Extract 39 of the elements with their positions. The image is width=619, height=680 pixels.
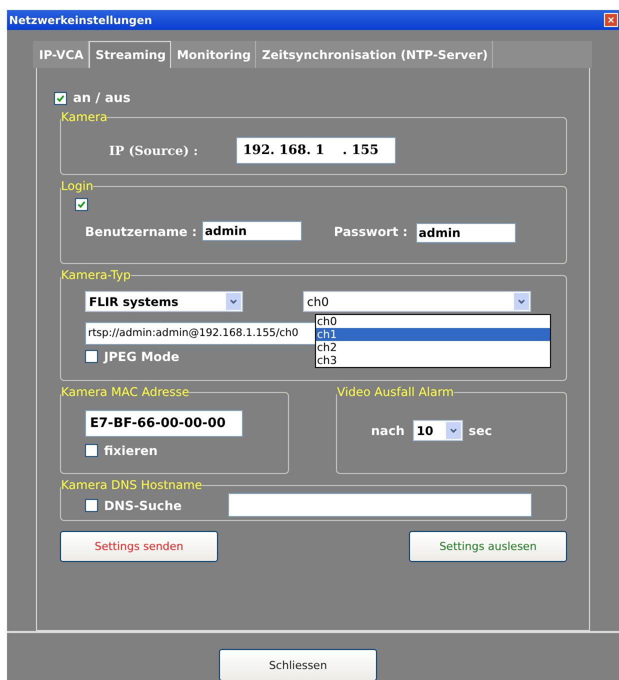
group-title: Kamera DNS Hostname — [61, 479, 202, 491]
close-icon[interactable] — [604, 13, 618, 27]
group-title: Kamera — [61, 111, 108, 123]
group-title: Video Ausfall Alarm — [337, 386, 454, 398]
checkbox[interactable] — [54, 92, 67, 105]
vendor-dropdown[interactable]: FLIR systems — [85, 291, 243, 312]
username-field[interactable]: admin — [202, 221, 302, 241]
stream-url-field[interactable]: rtsp://admin:admin@192.168.1.155/ch0 — [85, 322, 317, 345]
field-label: Benutzername : — [85, 224, 197, 238]
password-field[interactable]: admin — [416, 223, 516, 243]
dropdown-option[interactable]: ch3 — [316, 354, 550, 367]
group-title: Kamera-Typ — [61, 269, 131, 281]
checkbox[interactable] — [85, 444, 98, 457]
checkbox[interactable] — [75, 198, 88, 211]
checkbox-label: fixieren — [104, 443, 158, 458]
checkbox-label: an / aus — [73, 91, 131, 106]
group-title: Kamera MAC Adresse — [61, 386, 190, 398]
ip-address-field[interactable]: 192. 168. 1 . 155 — [236, 137, 396, 164]
window-title: Netzwerkeinstellungen — [8, 14, 152, 26]
checkbox[interactable] — [85, 498, 98, 512]
dropdown-option[interactable]: ch0 — [316, 315, 550, 328]
dropdown-option[interactable]: ch2 — [316, 341, 550, 354]
field-label: nach — [371, 423, 405, 438]
checkbox-label: DNS-Suche — [104, 498, 183, 512]
field-label: Passwort : — [334, 224, 408, 238]
tab[interactable]: Streaming — [88, 41, 171, 68]
action-button[interactable]: Settings senden — [60, 531, 218, 562]
checkbox-label: JPEG Mode — [104, 349, 180, 364]
action-button[interactable]: Settings auslesen — [409, 531, 567, 562]
seconds-dropdown[interactable]: 10 — [412, 420, 463, 441]
channel-dropdown[interactable]: ch0 — [303, 291, 531, 312]
mac-address-field[interactable]: E7-BF-66-00-00-00 — [85, 410, 243, 437]
field-label: IP (Source) : — [109, 143, 198, 158]
close-button[interactable]: Schliessen — [219, 649, 377, 680]
field-label: sec — [468, 423, 492, 438]
checkbox[interactable] — [85, 350, 98, 363]
hostname-field[interactable] — [228, 493, 532, 517]
group-title: Login — [61, 180, 94, 192]
dropdown-option[interactable]: ch1 — [316, 328, 550, 341]
